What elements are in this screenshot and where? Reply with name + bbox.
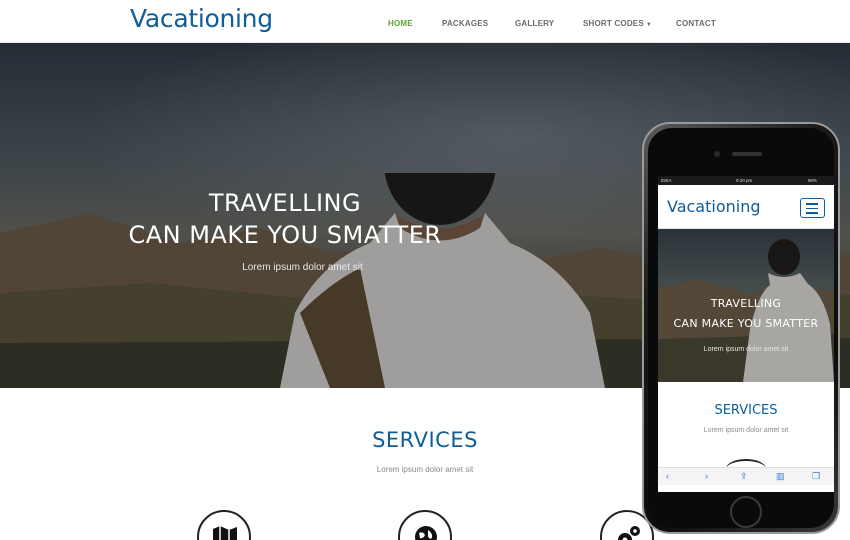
status-time: 9:20 pm (736, 178, 753, 183)
back-icon[interactable]: ‹ (666, 471, 669, 481)
navbar: Vacationing HOME PACKAGES GALLERY SHORT … (0, 0, 850, 43)
phone-home-button[interactable] (730, 496, 762, 528)
nav-item-short-codes-label: SHORT CODES (583, 19, 644, 28)
phone-camera-icon (714, 151, 720, 157)
service-map[interactable] (197, 510, 251, 540)
mobile-hero-title-line1: TRAVELLING (710, 297, 782, 310)
status-carrier: IDEA (661, 178, 672, 183)
map-icon (213, 526, 237, 540)
mobile-services-subtitle: Lorem ipsum dolor amet sit (703, 427, 789, 434)
phone-screen: IDEA 9:20 pm 90% Vacationing TRAVELLING … (658, 176, 834, 492)
mobile-header: Vacationing (658, 185, 834, 229)
caret-down-icon: ▼ (645, 22, 653, 28)
phone-speaker (732, 152, 762, 156)
service-globe[interactable] (398, 510, 452, 540)
forward-icon[interactable]: › (705, 471, 708, 481)
nav-item-contact[interactable]: CONTACT (676, 19, 716, 28)
gears-icon (618, 526, 640, 540)
page: Vacationing HOME PACKAGES GALLERY SHORT … (0, 0, 850, 540)
nav-item-short-codes[interactable]: SHORT CODES ▼ (583, 19, 652, 28)
nav-item-home[interactable]: HOME (388, 19, 413, 28)
mobile-services-title: SERVICES (714, 403, 778, 418)
hero-title-line2: CAN MAKE YOU SMATTER (128, 221, 442, 249)
globe-icon (415, 526, 437, 540)
hero-title-line1: TRAVELLING (208, 189, 362, 217)
site-logo[interactable]: Vacationing (130, 4, 273, 33)
services-title: SERVICES (372, 428, 478, 452)
mobile-hero-subtitle: Lorem ipsum dolor amet sit (703, 346, 789, 353)
phone-body: IDEA 9:20 pm 90% Vacationing TRAVELLING … (648, 128, 834, 528)
hamburger-menu-icon[interactable] (800, 198, 825, 218)
mobile-hero: TRAVELLING CAN MAKE YOU SMATTER Lorem ip… (658, 229, 834, 382)
phone-status-bar: IDEA 9:20 pm 90% (658, 176, 834, 185)
nav-item-gallery[interactable]: GALLERY (515, 19, 554, 28)
bookmarks-icon[interactable]: ▥ (776, 471, 785, 482)
status-battery: 90% (808, 178, 818, 183)
hero-subtitle: Lorem ipsum dolor amet sit (242, 262, 363, 273)
nav-item-packages[interactable]: PACKAGES (442, 19, 488, 28)
mobile-logo[interactable]: Vacationing (667, 197, 761, 216)
share-icon[interactable]: ⇪ (740, 471, 748, 482)
tabs-icon[interactable]: ❐ (812, 471, 820, 482)
mobile-hero-title-line2: CAN MAKE YOU SMATTER (673, 317, 819, 330)
mobile-browser-toolbar: ‹ › ⇪ ▥ ❐ (658, 467, 834, 485)
phone-mockup: IDEA 9:20 pm 90% Vacationing TRAVELLING … (642, 122, 840, 534)
services-subtitle: Lorem ipsum dolor amet sit (376, 465, 474, 474)
